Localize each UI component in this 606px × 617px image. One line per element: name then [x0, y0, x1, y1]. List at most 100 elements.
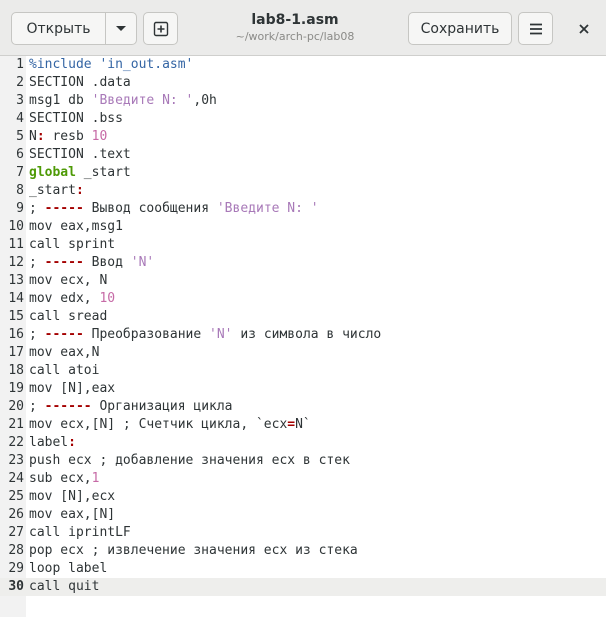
- code-text: call sread: [29, 308, 107, 326]
- hamburger-menu-icon: [528, 22, 544, 36]
- code-line[interactable]: 26 mov eax,[N]: [0, 506, 606, 524]
- code-line[interactable]: 17 mov eax,N: [0, 344, 606, 362]
- open-button[interactable]: Открыть: [11, 12, 106, 45]
- code-line[interactable]: 7 global _start: [0, 164, 606, 182]
- line-number: 17: [8, 345, 24, 360]
- code-line[interactable]: 30 call quit: [0, 578, 606, 596]
- line-number: 26: [8, 507, 24, 522]
- code-token: call sread: [29, 309, 108, 324]
- code-text: %include 'in_out.asm': [29, 56, 193, 74]
- code-token: -----: [44, 201, 84, 216]
- line-number: 12: [8, 255, 24, 270]
- code-token: label: [29, 435, 69, 450]
- code-token: 10: [91, 129, 108, 144]
- code-text: mov eax,msg1: [29, 218, 123, 236]
- code-text: call sprint: [29, 236, 115, 254]
- code-line[interactable]: 6 SECTION .text: [0, 146, 606, 164]
- code-token: 'in_out.asm': [99, 57, 194, 72]
- line-number: 3: [16, 93, 24, 108]
- code-text: SECTION .data: [29, 74, 131, 92]
- line-number: 14: [8, 291, 24, 306]
- code-token: N: [29, 129, 37, 144]
- code-line[interactable]: 21 mov ecx,[N] ; Счетчик цикла, `ecx=N`: [0, 416, 606, 434]
- save-button-label: Сохранить: [420, 20, 500, 37]
- save-button[interactable]: Сохранить: [408, 12, 512, 45]
- code-token: ,0h: [193, 93, 217, 108]
- code-line[interactable]: 8 _start:: [0, 182, 606, 200]
- code-lines: 1 %include 'in_out.asm' 2 SECTION .data 3 msg…: [0, 56, 606, 596]
- text-editor-area[interactable]: 1 %include 'in_out.asm' 2 SECTION .data 3 msg…: [0, 56, 606, 617]
- code-text: msg1 db 'Введите N: ',0h: [29, 92, 217, 110]
- code-text: global _start: [29, 164, 131, 182]
- code-line[interactable]: 25 mov [N],ecx: [0, 488, 606, 506]
- code-line[interactable]: 2 SECTION .data: [0, 74, 606, 92]
- code-text: call iprintLF: [29, 524, 131, 542]
- code-token: loop label: [29, 561, 108, 576]
- code-line[interactable]: 23 push ecx ; добавление значения ecx в с…: [0, 452, 606, 470]
- code-line[interactable]: 4 SECTION .bss: [0, 110, 606, 128]
- line-number: 19: [8, 381, 24, 396]
- code-line[interactable]: 29 loop label: [0, 560, 606, 578]
- line-number: 20: [8, 399, 24, 414]
- code-line[interactable]: 24 sub ecx,1: [0, 470, 606, 488]
- open-menu-button[interactable]: [105, 12, 137, 45]
- code-line[interactable]: 5 N: resb 10: [0, 128, 606, 146]
- code-token: SECTION .bss: [29, 111, 123, 126]
- code-line[interactable]: 3 msg1 db 'Введите N: ',0h: [0, 92, 606, 110]
- code-line[interactable]: 12; ----- Ввод 'N': [0, 254, 606, 272]
- code-token: sub ecx,: [29, 471, 92, 486]
- code-line[interactable]: 20; ------ Организация цикла: [0, 398, 606, 416]
- code-line[interactable]: 15 call sread: [0, 308, 606, 326]
- line-number: 13: [8, 273, 24, 288]
- code-token: ;: [29, 327, 45, 342]
- code-token: call iprintLF: [29, 525, 131, 540]
- code-line[interactable]: 16; ----- Преобразование 'N' из символа …: [0, 326, 606, 344]
- code-line[interactable]: 10 mov eax,msg1: [0, 218, 606, 236]
- code-text: mov [N],eax: [29, 380, 115, 398]
- code-token: Ввод: [83, 255, 131, 270]
- code-line[interactable]: 27 call iprintLF: [0, 524, 606, 542]
- code-line[interactable]: 9; ----- Вывод сообщения 'Введите N: ': [0, 200, 606, 218]
- code-line[interactable]: 22 label:: [0, 434, 606, 452]
- code-token: :: [36, 129, 45, 144]
- code-token: SECTION .data: [29, 75, 131, 90]
- code-token: call sprint: [29, 237, 116, 252]
- code-line[interactable]: 13 mov ecx, N: [0, 272, 606, 290]
- window-title-area: lab8-1.asm ~/work/arch-pc/lab08: [190, 11, 400, 45]
- code-token: push ecx ; добавление значения ecx в сте…: [29, 453, 350, 468]
- code-text: loop label: [29, 560, 107, 578]
- code-token: Организация цикла: [91, 399, 233, 414]
- code-line[interactable]: 19 mov [N],eax: [0, 380, 606, 398]
- code-line[interactable]: 1 %include 'in_out.asm': [0, 56, 606, 74]
- code-text: ; ----- Преобразование 'N' из символа в …: [29, 326, 381, 344]
- code-token: из символа в число: [232, 327, 382, 342]
- code-token: 1: [91, 471, 100, 486]
- line-number: 24: [8, 471, 24, 486]
- code-token: mov ecx, N: [29, 273, 108, 288]
- main-menu-button[interactable]: [518, 12, 553, 45]
- document-path: ~/work/arch-pc/lab08: [235, 30, 355, 43]
- document-title: lab8-1.asm: [251, 12, 339, 28]
- line-number: 9: [16, 201, 24, 216]
- code-line[interactable]: 28 pop ecx ; извлечение значения ecx из с…: [0, 542, 606, 560]
- line-number: 6: [16, 147, 24, 162]
- code-text: SECTION .text: [29, 146, 131, 164]
- code-line[interactable]: 18 call atoi: [0, 362, 606, 380]
- open-button-group: Открыть: [11, 12, 137, 45]
- new-tab-button[interactable]: [143, 12, 178, 45]
- code-line[interactable]: 14 mov edx, 10: [0, 290, 606, 308]
- line-number: 22: [8, 435, 24, 450]
- line-number: 7: [16, 165, 24, 180]
- code-text: mov eax,[N]: [29, 506, 115, 524]
- code-token: SECTION .text: [29, 147, 131, 162]
- code-line[interactable]: 11 call sprint: [0, 236, 606, 254]
- line-number: 4: [16, 111, 24, 126]
- code-token: %include: [29, 57, 100, 72]
- code-token: mov eax,[N]: [29, 507, 116, 522]
- close-window-button[interactable]: [567, 12, 600, 45]
- code-text: call atoi: [29, 362, 99, 380]
- code-token: mov eax,msg1: [29, 219, 123, 234]
- code-token: pop ecx ; извлечение значения ecx из сте…: [29, 543, 358, 558]
- line-number: 18: [8, 363, 24, 378]
- code-text: mov ecx,[N] ; Счетчик цикла, `ecx=N`: [29, 416, 311, 434]
